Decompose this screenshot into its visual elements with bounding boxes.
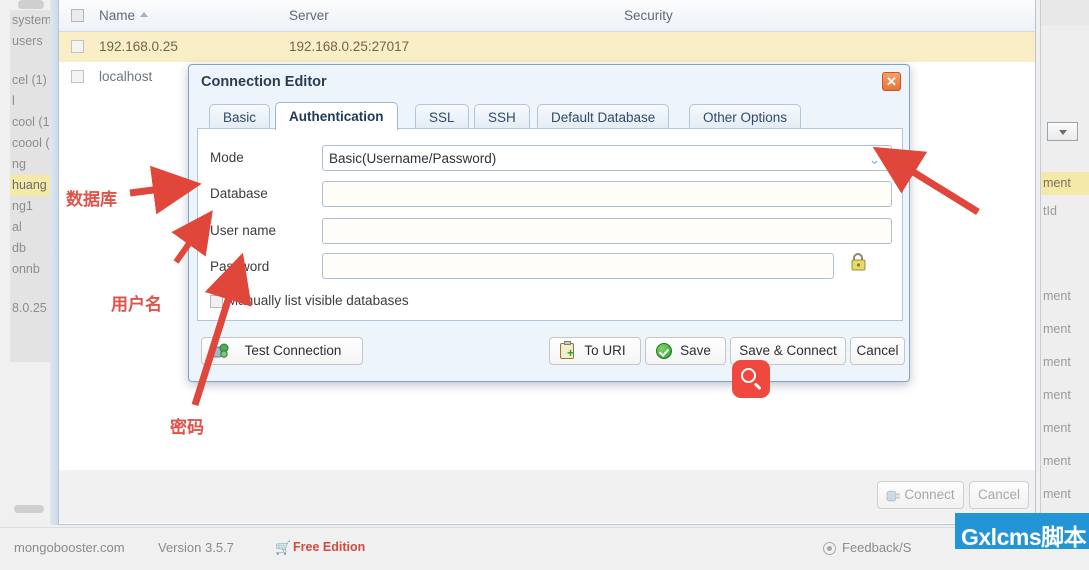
sort-asc-icon: [140, 12, 149, 17]
magnifier-handle: [754, 382, 762, 390]
tree-item[interactable]: l: [10, 91, 50, 112]
tab-basic[interactable]: Basic: [209, 104, 271, 129]
close-icon[interactable]: ✕: [882, 72, 901, 91]
password-label: Password: [210, 259, 270, 274]
mode-select-value: Basic(Username/Password): [329, 151, 497, 166]
cell-name: localhost: [99, 69, 153, 84]
chevron-down-icon: ⌄: [868, 151, 881, 167]
save-button[interactable]: Save: [645, 337, 726, 365]
status-bar: mongobooster.com Version 3.5.7 🛒 Free Ed…: [0, 527, 1089, 570]
dialog-tab-strip: Basic Authentication SSL SSH Default Dat…: [197, 102, 903, 130]
list-item[interactable]: ment: [1041, 384, 1089, 407]
check-circle-icon: [656, 343, 672, 359]
database-tree-sidebar[interactable]: system users cel (1) l cool (1 coool ( n…: [10, 10, 51, 362]
magnifier-glass: [741, 368, 756, 383]
dialog-title: Connection Editor: [201, 74, 327, 90]
tab-ssl[interactable]: SSL: [415, 104, 469, 129]
status-site-label[interactable]: mongobooster.com: [14, 540, 125, 555]
app-window: system users cel (1) l cool (1 coool ( n…: [0, 0, 1089, 570]
list-item[interactable]: ment: [1041, 483, 1089, 506]
test-connection-label: Test Connection: [244, 343, 342, 358]
annotation-password: 密码: [170, 418, 204, 437]
tab-authentication[interactable]: Authentication: [275, 102, 398, 130]
list-item[interactable]: ment: [1041, 450, 1089, 473]
cell-name: 192.168.0.25: [99, 39, 178, 54]
connection-manager-footer: Connect Cancel: [59, 470, 1035, 523]
dialog-cancel-button[interactable]: Cancel: [850, 337, 905, 365]
list-item[interactable]: tId: [1041, 200, 1089, 223]
feedback-icon: [823, 542, 836, 555]
list-item[interactable]: ment: [1041, 417, 1089, 440]
mode-label: Mode: [210, 150, 244, 165]
tree-item[interactable]: al: [10, 217, 50, 238]
clipboard-icon: [560, 341, 574, 359]
tree-item[interactable]: system: [10, 10, 50, 31]
status-edition-label[interactable]: Free Edition: [293, 540, 365, 554]
row-checkbox[interactable]: [71, 40, 84, 53]
annotation-username: 用户名: [111, 295, 162, 314]
cell-server: 192.168.0.25:27017: [289, 39, 410, 54]
manual-db-list-checkbox[interactable]: [210, 295, 223, 308]
test-connection-button[interactable]: Test Connection: [201, 337, 363, 365]
watermark-text: Gxlcms脚本: [961, 524, 1087, 550]
connection-editor-dialog: Connection Editor ✕ Basic Authentication…: [188, 64, 910, 382]
database-label: Database: [210, 186, 268, 201]
column-header-server[interactable]: Server: [289, 0, 329, 32]
list-item[interactable]: ment: [1041, 351, 1089, 374]
username-input[interactable]: [322, 218, 892, 244]
table-row[interactable]: 192.168.0.25 192.168.0.25:27017: [59, 32, 1035, 62]
horizontal-scroll-thumb-bottom[interactable]: [14, 505, 44, 513]
tree-item-selected[interactable]: huang: [10, 175, 50, 196]
password-input[interactable]: [322, 253, 834, 279]
to-uri-button[interactable]: To URI: [549, 337, 641, 365]
tree-item[interactable]: users: [10, 31, 50, 52]
tab-other-options[interactable]: Other Options: [689, 104, 802, 129]
horizontal-scroll-thumb-top[interactable]: [18, 0, 44, 9]
list-item[interactable]: ment: [1041, 285, 1089, 308]
mode-select[interactable]: Basic(Username/Password) ⌄: [322, 145, 892, 171]
cancel-button[interactable]: Cancel: [969, 481, 1029, 509]
column-header-name-label: Name: [99, 8, 136, 23]
chevron-down-icon: [1059, 130, 1067, 135]
cart-icon: 🛒: [275, 540, 292, 555]
tab-ssh[interactable]: SSH: [474, 104, 530, 129]
tree-item[interactable]: cel (1): [10, 70, 50, 91]
right-panel-toolbar: [1041, 0, 1089, 26]
tree-item[interactable]: db: [10, 238, 50, 259]
tree-item[interactable]: ng: [10, 154, 50, 175]
filter-dropdown-button[interactable]: [1047, 122, 1078, 141]
tree-item[interactable]: onnb: [10, 259, 50, 280]
sidebar-divider: [50, 0, 58, 525]
select-all-checkbox[interactable]: [71, 9, 84, 22]
tree-item[interactable]: cool (1: [10, 112, 50, 133]
column-header-name[interactable]: Name: [99, 0, 149, 32]
database-input[interactable]: [322, 181, 892, 207]
connection-table-header: Name Server Security: [59, 0, 1035, 32]
annotation-database: 数据库: [66, 190, 117, 209]
username-label: User name: [210, 223, 277, 238]
list-item[interactable]: ment: [1041, 172, 1089, 195]
status-version-label: Version 3.5.7: [158, 540, 234, 555]
status-feedback-label[interactable]: Feedback/S: [842, 540, 911, 555]
right-side-panel: ment tId ment ment ment ment ment ment m…: [1040, 0, 1089, 570]
column-header-security[interactable]: Security: [624, 0, 673, 32]
tab-default-database[interactable]: Default Database: [537, 104, 670, 129]
test-connection-icon: [212, 343, 229, 358]
lock-icon[interactable]: [847, 251, 869, 273]
row-checkbox[interactable]: [71, 70, 84, 83]
tree-item[interactable]: coool (: [10, 133, 50, 154]
tree-item[interactable]: ng1: [10, 196, 50, 217]
plug-icon: [886, 490, 900, 502]
tree-item[interactable]: 8.0.25: [10, 298, 50, 319]
search-cursor-icon: [732, 360, 770, 398]
watermark-badge: Gxlcms脚本: [955, 513, 1089, 550]
manual-db-list-label: Manually list visible databases: [227, 293, 409, 308]
connect-button[interactable]: Connect: [877, 481, 964, 509]
list-item[interactable]: ment: [1041, 318, 1089, 341]
